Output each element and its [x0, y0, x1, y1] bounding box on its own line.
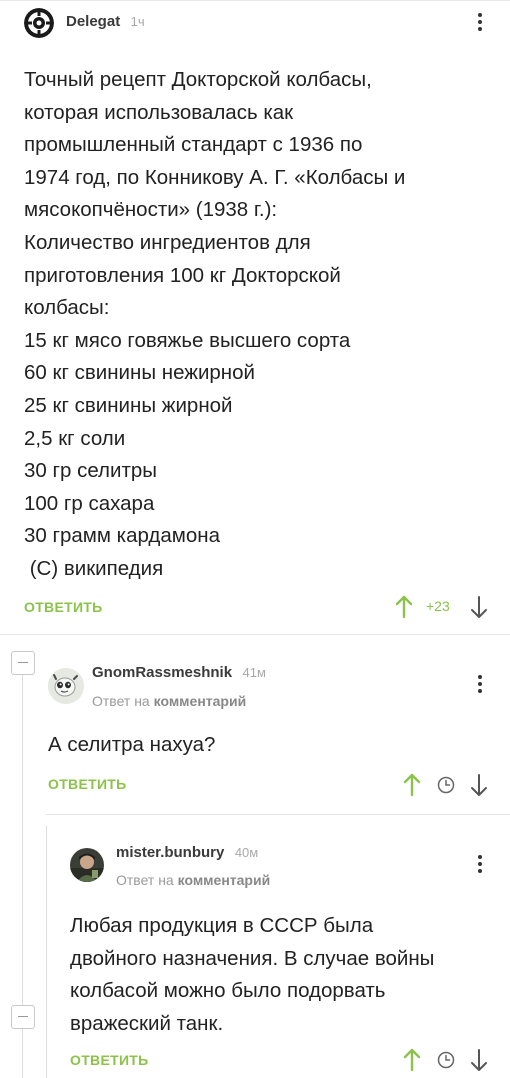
divider: [46, 814, 510, 815]
rating: +23: [426, 598, 450, 614]
avatar[interactable]: [70, 848, 104, 882]
comment-text: А селитра нахуа?: [48, 733, 216, 756]
comment-text-line: приготовления 100 кг Докторской: [24, 263, 341, 287]
thread-line-nested: [46, 826, 47, 1078]
comment-text: Любая продукция в СССР была двойного назн…: [70, 910, 500, 1040]
arrow-down-icon[interactable]: [470, 773, 488, 797]
avatar[interactable]: [24, 8, 54, 38]
reply-to-target: комментарий: [177, 872, 271, 888]
comment-text-line: 25 кг свинины жирной: [24, 393, 233, 417]
divider: [0, 634, 510, 635]
comment-header: GnomRassmeshnik 41м: [92, 664, 266, 682]
comment-text: Точный рецепт Докторской колбасы, которая…: [24, 64, 494, 586]
reply-to-link[interactable]: Ответ на комментарий: [116, 872, 270, 888]
arrow-down-icon[interactable]: [470, 1048, 488, 1072]
comment-text-line: которая использовалась как: [24, 100, 294, 124]
comment-text-line: колбасой можно было подорвать: [70, 979, 386, 1003]
user-photo-icon: [70, 848, 104, 882]
comment-text-line: вражеский танк.: [70, 1011, 224, 1035]
collapse-thread-button[interactable]: [11, 651, 35, 675]
comment-text-line: 100 гр сахара: [24, 491, 155, 515]
comment-text-line: мясокопчёности» (1938 г.):: [24, 198, 278, 222]
comment-text-line: промышленный стандарт с 1936 по: [24, 133, 363, 157]
collapse-thread-button[interactable]: [11, 1005, 35, 1029]
comment-text-line: колбасы:: [24, 296, 110, 320]
arrow-up-icon[interactable]: [395, 595, 413, 619]
arrow-up-icon[interactable]: [403, 773, 421, 797]
comment-text-line: 30 грамм кардамона: [24, 524, 220, 548]
reply-to-link[interactable]: Ответ на комментарий: [92, 693, 246, 709]
arrow-down-icon[interactable]: [470, 595, 488, 619]
comment-text-line: двойного назначения. В случае войны: [70, 946, 435, 970]
gnome-avatar-icon: [48, 668, 84, 704]
comment-text-line: 30 гр селитры: [24, 459, 157, 483]
reply-to-prefix: Ответ на: [116, 872, 174, 888]
comment-text-line: 2,5 кг соли: [24, 426, 126, 450]
comment-text-line: 1974 год, по Конникову А. Г. «Колбасы и: [24, 165, 406, 189]
comment-text-line: 15 кг мясо говяжье высшего сорта: [24, 328, 351, 352]
author-name[interactable]: GnomRassmeshnik: [92, 664, 232, 681]
arrow-up-icon[interactable]: [403, 1048, 421, 1072]
comment-text-line: (С) википедия: [24, 556, 164, 580]
clock-icon: [437, 776, 455, 794]
comment-text-line: Точный рецепт Докторской колбасы,: [24, 68, 372, 91]
reply-button[interactable]: ОТВЕТИТЬ: [70, 1052, 149, 1068]
reply-to-prefix: Ответ на: [92, 693, 150, 709]
top-divider: [0, 0, 510, 1]
comment-text-line: 60 кг свинины нежирной: [24, 361, 255, 385]
comment-header: Delegat 1ч: [66, 13, 145, 31]
timestamp: 40м: [234, 845, 259, 860]
gear-avatar-icon: [24, 8, 54, 38]
reply-to-target: комментарий: [153, 693, 247, 709]
more-options-icon[interactable]: [470, 852, 490, 876]
comment-header: mister.bunbury 40м: [116, 844, 258, 862]
clock-icon: [437, 1051, 455, 1069]
more-options-icon[interactable]: [470, 10, 490, 34]
comment-text-line: Количество ингредиентов для: [24, 230, 311, 254]
comment-text-line: Любая продукция в СССР была: [70, 914, 374, 937]
timestamp: 41м: [242, 665, 266, 680]
avatar[interactable]: [48, 668, 84, 704]
reply-button[interactable]: ОТВЕТИТЬ: [48, 776, 127, 792]
timestamp: 1ч: [130, 14, 145, 29]
more-options-icon[interactable]: [470, 672, 490, 696]
reply-button[interactable]: ОТВЕТИТЬ: [24, 599, 103, 615]
author-name[interactable]: mister.bunbury: [116, 844, 224, 861]
author-name[interactable]: Delegat: [66, 13, 120, 30]
